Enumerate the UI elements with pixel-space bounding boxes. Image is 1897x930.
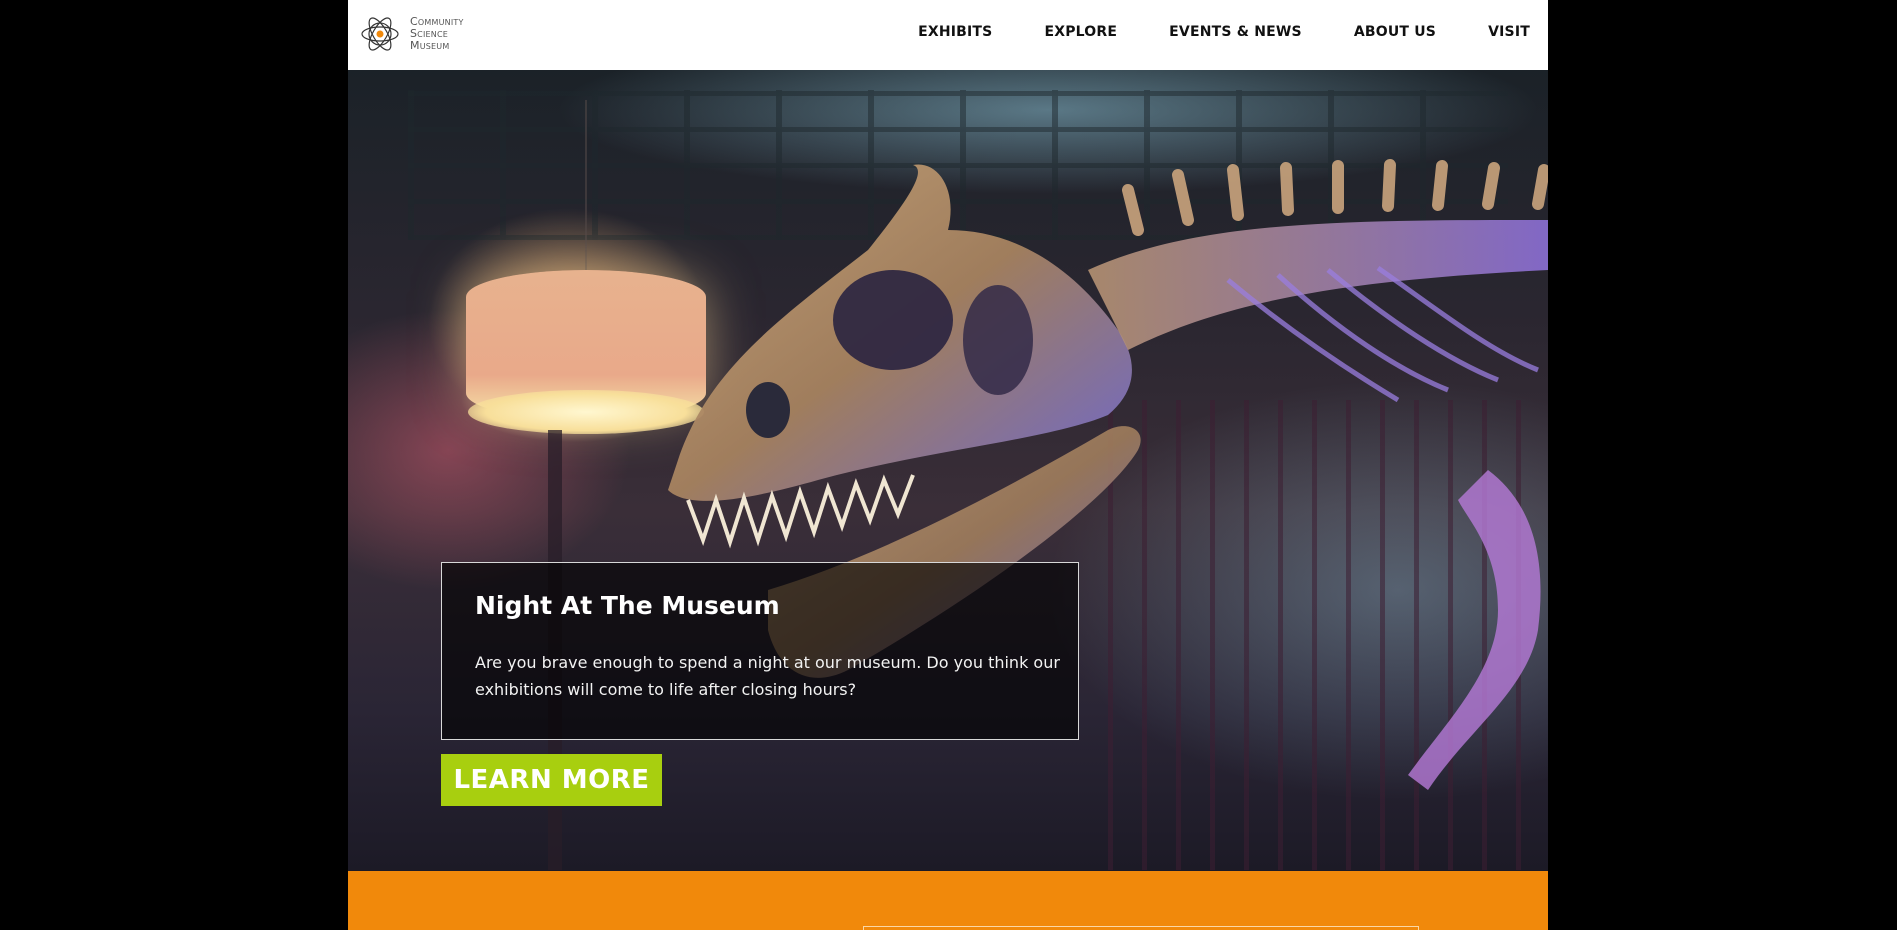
hero-description: Are you brave enough to spend a night at… (475, 653, 1060, 699)
site-header: Community Science Museum EXHIBITS EXPLOR… (348, 0, 1548, 70)
logo-wordmark: Community Science Museum (410, 16, 464, 52)
page: Community Science Museum EXHIBITS EXPLOR… (348, 0, 1548, 930)
nav-visit[interactable]: VISIT (1488, 24, 1530, 40)
learn-more-button[interactable]: LEARN MORE (441, 754, 662, 806)
dinosaur-skeleton-image (668, 159, 1548, 790)
hero-banner: Night At The Museum Are you brave enough… (348, 70, 1548, 871)
hero-caption-box: Night At The Museum Are you brave enough… (441, 562, 1079, 740)
orange-section (348, 871, 1548, 930)
atom-icon (361, 17, 399, 51)
orange-section-card (863, 926, 1419, 930)
logo-line-3: Museum (410, 39, 450, 52)
site-logo[interactable]: Community Science Museum (360, 14, 464, 54)
main-nav: EXHIBITS EXPLORE EVENTS & NEWS ABOUT US … (918, 0, 1530, 64)
nav-about-us[interactable]: ABOUT US (1354, 24, 1436, 40)
nav-exhibits[interactable]: EXHIBITS (918, 24, 992, 40)
hero-title: Night At The Museum (475, 591, 780, 620)
nav-explore[interactable]: EXPLORE (1044, 24, 1117, 40)
nav-events-news[interactable]: EVENTS & NEWS (1169, 24, 1302, 40)
